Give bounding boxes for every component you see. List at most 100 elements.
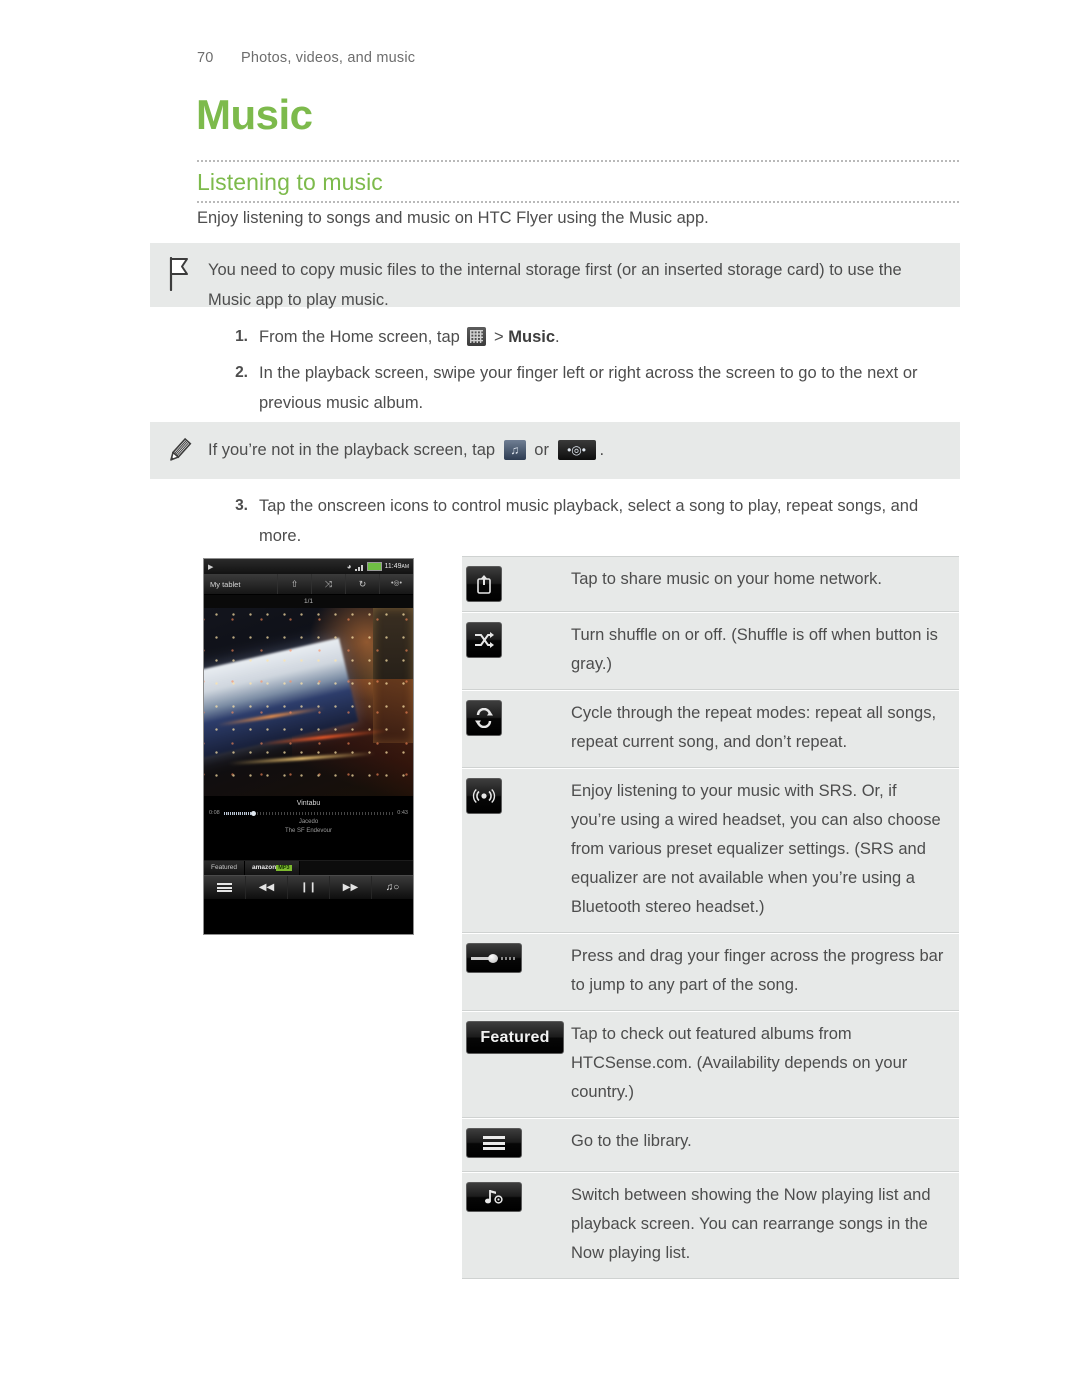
control-pause-icon[interactable]: ❙❙: [288, 876, 330, 899]
share-icon[interactable]: [466, 566, 502, 602]
now-playing-icon[interactable]: ♫: [503, 440, 526, 460]
table-row: Cycle through the repeat modes: repeat a…: [462, 690, 959, 768]
running-header: 70 Photos, videos, and music: [197, 50, 415, 66]
step-period: .: [555, 328, 560, 346]
toolbar-repeat-icon[interactable]: ↻: [345, 574, 379, 594]
now-playing-title: Vintabu: [204, 796, 413, 809]
album-art-city-lights: [204, 608, 413, 796]
row-description: Cycle through the repeat modes: repeat a…: [571, 704, 937, 751]
featured-button-icon[interactable]: Featured: [466, 1021, 564, 1054]
toolbar-shuffle-icon[interactable]: ⤨: [311, 574, 345, 594]
section-header: Listening to music: [197, 160, 959, 203]
signal-icon: [354, 562, 364, 571]
step-item-3: 3. Tap the onscreen icons to control mus…: [215, 491, 963, 551]
icon-cell: [462, 613, 571, 689]
device-screenshot: ▶ ◕ 11:49AM My tablet ⇧ ⤨ ↻ •◎• 1/1 Vint…: [203, 558, 414, 935]
callout-text-after: .: [599, 441, 605, 459]
flag-icon: [150, 243, 208, 307]
wifi-icon: ◕: [346, 562, 352, 571]
play-indicator-icon: ▶: [208, 563, 214, 571]
callout-text: If you’re not in the playback screen, ta…: [208, 422, 634, 479]
step-number: 3.: [235, 497, 248, 514]
device-blank-area: [204, 836, 413, 860]
progress-bar-icon[interactable]: [466, 943, 522, 973]
tab-featured[interactable]: Featured: [204, 861, 246, 875]
srs-glyph: •◎•: [567, 443, 586, 457]
row-description: Switch between showing the Now playing l…: [571, 1186, 931, 1262]
step-text: In the playback screen, swipe your finge…: [259, 364, 918, 412]
icon-cell: [462, 934, 571, 1010]
all-apps-icon[interactable]: [467, 327, 487, 346]
now-playing-icon[interactable]: [466, 1182, 522, 1212]
step-text-gt: >: [494, 328, 504, 346]
seekbar-knob[interactable]: [488, 954, 498, 963]
battery-icon: [366, 562, 382, 571]
library-icon[interactable]: [466, 1128, 522, 1158]
callout-text: You need to copy music files to the inte…: [208, 261, 902, 309]
album-art: [204, 608, 413, 796]
row-description: Tap to check out featured albums from HT…: [571, 1025, 908, 1101]
table-row: Tap to share music on your home network.: [462, 556, 959, 612]
playback-progress-row: 0:08 0:43: [204, 809, 413, 818]
control-rewind-icon[interactable]: ◀◀: [246, 876, 288, 899]
device-toolbar: My tablet ⇧ ⤨ ↻ •◎•: [204, 574, 413, 595]
intro-paragraph: Enjoy listening to songs and music on HT…: [197, 209, 709, 227]
hamburger-graphic: [483, 1136, 505, 1150]
callout-note-pencil: If you’re not in the playback screen, ta…: [150, 422, 960, 479]
pencil-icon: [150, 422, 208, 479]
progress-knob[interactable]: [250, 810, 256, 816]
srs-icon[interactable]: [466, 778, 502, 814]
progress-fill: [223, 811, 253, 815]
control-library-icon[interactable]: [204, 876, 246, 899]
table-row: Enjoy listening to your music with SRS. …: [462, 768, 959, 933]
row-description: Go to the library.: [571, 1132, 692, 1150]
progress-bar[interactable]: [223, 810, 394, 816]
now-playing-glyph: ♫: [510, 443, 520, 457]
duration-time: 0:43: [397, 810, 408, 816]
section-heading: Listening to music: [197, 169, 383, 195]
icon-cell: [462, 1173, 571, 1278]
divider-bottom: [197, 201, 959, 203]
icon-cell: [462, 557, 571, 611]
shuffle-icon[interactable]: [466, 622, 502, 658]
device-toolbar-title: My tablet: [210, 579, 241, 589]
step-bold-target: Music: [508, 328, 556, 346]
table-row: Featured Tap to check out featured album…: [462, 1011, 959, 1118]
callout-note-flag: You need to copy music files to the inte…: [150, 243, 960, 309]
toolbar-share-icon[interactable]: ⇧: [277, 574, 311, 594]
now-playing-artist: Jacedo: [204, 818, 413, 827]
seekbar-graphic: [471, 954, 517, 963]
page-number: 70: [197, 50, 214, 66]
step-number: 2.: [235, 364, 248, 381]
device-status-bar: ▶ ◕ 11:49AM: [204, 559, 413, 574]
seekbar-remaining: [501, 957, 517, 960]
step-item-1: 1. From the Home screen, tap > Music.: [215, 322, 963, 352]
status-clock: 11:49AM: [384, 563, 410, 570]
tab-amazon-mp3[interactable]: amazon MP3: [245, 861, 300, 875]
step-text-before: From the Home screen, tap: [259, 328, 460, 346]
now-playing-album: The SF Endevour: [204, 827, 413, 836]
callout-text-before: If you’re not in the playback screen, ta…: [208, 441, 496, 459]
table-row: Turn shuffle on or off. (Shuffle is off …: [462, 612, 959, 690]
step-number: 1.: [235, 328, 248, 345]
table-row: Go to the library.: [462, 1118, 959, 1172]
device-album-pager: 1/1: [204, 595, 413, 608]
repeat-icon[interactable]: [466, 700, 502, 736]
icon-cell: [462, 691, 571, 767]
step-text: From the Home screen, tap > Music.: [259, 322, 560, 352]
callout-text-middle: or: [534, 441, 549, 459]
icon-cell: Featured: [462, 1012, 571, 1117]
device-store-tabs: Featured amazon MP3: [204, 860, 413, 875]
control-now-playing-icon[interactable]: ♫○: [372, 876, 413, 899]
elapsed-time: 0:08: [209, 810, 220, 816]
srs-icon[interactable]: •◎•: [557, 440, 596, 460]
toolbar-srs-icon[interactable]: •◎•: [379, 574, 413, 594]
document-page: 70 Photos, videos, and music Music Liste…: [0, 0, 1080, 1397]
device-playback-controls: ◀◀ ❙❙ ▶▶ ♫○: [204, 875, 413, 899]
table-row: Press and drag your finger across the pr…: [462, 933, 959, 1011]
step-text: Tap the onscreen icons to control music …: [259, 497, 919, 545]
row-description: Press and drag your finger across the pr…: [571, 947, 944, 994]
table-row: Switch between showing the Now playing l…: [462, 1172, 959, 1279]
row-description: Turn shuffle on or off. (Shuffle is off …: [571, 626, 938, 673]
control-forward-icon[interactable]: ▶▶: [330, 876, 372, 899]
